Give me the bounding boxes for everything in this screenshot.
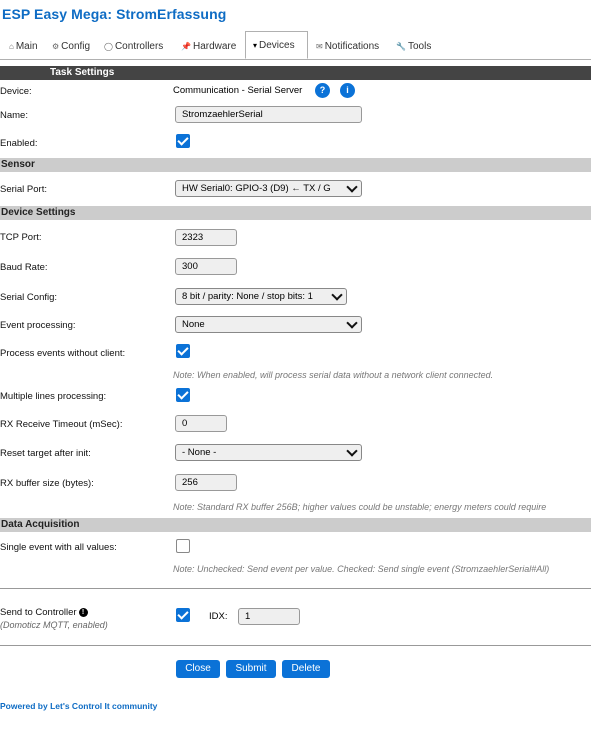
alert-icon: ! [78, 608, 88, 617]
sensor-section-header: Sensor [0, 158, 591, 172]
tab-tools-label: Tools [407, 41, 432, 52]
rx-buffer-input[interactable]: 256 [175, 474, 237, 491]
multiple-lines-label: Multiple lines processing: [0, 391, 107, 402]
delete-button[interactable]: Delete [282, 660, 330, 678]
event-processing-label: Event processing: [0, 320, 76, 331]
process-events-note: Note: When enabled, will process serial … [173, 370, 494, 380]
tab-main[interactable]: ⌂ Main [9, 35, 38, 58]
rx-buffer-note: Note: Standard RX buffer 256B; higher va… [173, 502, 547, 512]
home-icon: ⌂ [9, 42, 14, 51]
sensor-section-title: Sensor [1, 159, 35, 170]
tab-hardware-label: Hardware [192, 41, 237, 52]
tab-main-label: Main [15, 41, 38, 52]
tab-notifications[interactable]: ✉ Notifications [316, 35, 379, 58]
single-event-note: Note: Unchecked: Send event per value. C… [173, 564, 550, 574]
device-settings-section-header: Device Settings [0, 206, 591, 220]
app-title: ESP Easy Mega: StromErfassung [2, 6, 227, 22]
tab-devices-label: Devices [259, 40, 295, 51]
device-value: Communication - Serial Server [173, 85, 303, 96]
event-processing-value: None [182, 319, 205, 330]
tab-config[interactable]: ⚙ Config [52, 35, 90, 58]
event-processing-select[interactable]: None [175, 316, 362, 333]
serial-config-label: Serial Config: [0, 292, 58, 303]
close-button[interactable]: Close [176, 660, 220, 678]
serial-port-value: HW Serial0: GPIO-3 (D9) ← TX / G [182, 183, 331, 194]
data-acquisition-title: Data Acquisition [1, 519, 80, 530]
rx-timeout-input[interactable]: 0 [175, 415, 227, 432]
enabled-label: Enabled: [0, 138, 38, 149]
divider [0, 645, 591, 646]
multiple-lines-checkbox[interactable] [176, 388, 190, 402]
data-acquisition-section-header: Data Acquisition [0, 518, 591, 532]
info-icon[interactable]: i [340, 83, 355, 98]
tcp-port-label: TCP Port: [0, 232, 42, 243]
help-icon[interactable]: ? [315, 83, 330, 98]
send-to-controller-text: Send to Controller [0, 607, 77, 618]
reset-target-label: Reset target after init: [0, 448, 91, 459]
chevron-down-icon [331, 289, 343, 301]
device-label: Device: [0, 86, 32, 97]
tab-controllers[interactable]: ◯ Controllers [104, 35, 163, 58]
pin-icon: 📌 [181, 42, 191, 51]
controller-icon: ◯ [104, 42, 113, 51]
plug-icon: ▾ [253, 41, 258, 50]
single-event-checkbox[interactable] [176, 539, 190, 553]
tab-tools[interactable]: 🔧 Tools [396, 35, 431, 58]
chevron-down-icon [346, 317, 358, 329]
send-to-controller-label: Send to Controller! [0, 607, 88, 618]
tab-hardware[interactable]: 📌 Hardware [181, 35, 236, 58]
name-label: Name: [0, 110, 28, 121]
baud-rate-label: Baud Rate: [0, 262, 48, 273]
rx-timeout-label: RX Receive Timeout (mSec): [0, 419, 123, 430]
tcp-port-input[interactable]: 2323 [175, 229, 237, 246]
controller-subtitle: (Domoticz MQTT, enabled) [0, 620, 108, 630]
process-events-checkbox[interactable] [176, 344, 190, 358]
wrench-icon: 🔧 [396, 42, 406, 51]
tab-controllers-label: Controllers [114, 41, 164, 52]
chevron-down-icon [346, 181, 358, 193]
single-event-label: Single event with all values: [0, 542, 117, 553]
process-events-label: Process events without client: [0, 348, 126, 359]
task-settings-header: Task Settings [0, 66, 591, 80]
mail-icon: ✉ [316, 42, 323, 51]
task-settings-title: Task Settings [50, 67, 115, 78]
enabled-checkbox[interactable] [176, 134, 190, 148]
serial-port-label: Serial Port: [0, 184, 47, 195]
baud-rate-input[interactable]: 300 [175, 258, 237, 275]
tab-config-label: Config [61, 41, 91, 52]
serial-port-select[interactable]: HW Serial0: GPIO-3 (D9) ← TX / G [175, 180, 362, 197]
footer-link[interactable]: Powered by Let's Control It community [0, 701, 157, 711]
device-settings-title: Device Settings [1, 207, 76, 218]
idx-input[interactable]: 1 [238, 608, 300, 625]
divider [0, 588, 591, 589]
submit-button[interactable]: Submit [226, 660, 276, 678]
gear-icon: ⚙ [52, 42, 60, 51]
rx-buffer-label: RX buffer size (bytes): [0, 478, 94, 489]
idx-label: IDX: [209, 611, 228, 622]
tab-bar: ⌂ Main ⚙ Config ◯ Controllers 📌 Hardware ▾ De… [0, 31, 591, 60]
send-to-controller-checkbox[interactable] [176, 608, 190, 622]
serial-config-select[interactable]: 8 bit / parity: None / stop bits: 1 [175, 288, 347, 305]
tab-devices[interactable]: ▾ Devices [245, 31, 308, 59]
reset-target-value: - None - [182, 447, 217, 458]
tab-notifications-label: Notifications [324, 41, 380, 52]
serial-config-value: 8 bit / parity: None / stop bits: 1 [182, 291, 313, 302]
reset-target-select[interactable]: - None - [175, 444, 362, 461]
chevron-down-icon [346, 445, 358, 457]
name-input[interactable]: StromzaehlerSerial [175, 106, 362, 123]
